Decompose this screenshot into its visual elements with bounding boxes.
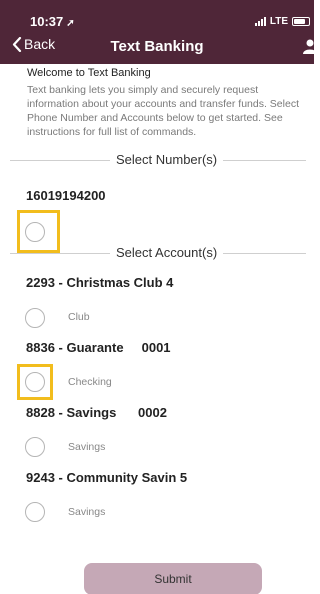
user-icon[interactable] xyxy=(302,38,318,54)
account-title-2: 8836 - Guarante 0001 xyxy=(26,340,171,355)
status-indicators: LTE xyxy=(254,16,310,27)
account-title-1: 2293 - Christmas Club 4 xyxy=(26,275,174,290)
number-section-label: Select Number(s) xyxy=(110,152,224,167)
battery-icon xyxy=(292,17,310,26)
account-radio-3[interactable] xyxy=(25,437,45,457)
signal-icon xyxy=(254,17,266,26)
account-title-4: 9243 - Community Savin 5 xyxy=(26,470,188,485)
status-time: 10:37 ➚ xyxy=(30,14,75,29)
account-type-2: Checking xyxy=(68,376,112,388)
account-radio-1[interactable] xyxy=(25,308,45,328)
phone-number-radio[interactable] xyxy=(25,222,45,242)
top-bar: 10:37 ➚ LTE Back Text Banking xyxy=(0,0,317,64)
account-type-4: Savings xyxy=(68,506,106,518)
phone-number: 16019194200 xyxy=(26,188,106,203)
account-title-3: 8828 - Savings 0002 xyxy=(26,405,167,420)
status-time-text: 10:37 xyxy=(30,14,64,29)
account-radio-4[interactable] xyxy=(25,502,45,522)
location-arrow-icon: ➚ xyxy=(66,18,75,29)
account-section-label: Select Account(s) xyxy=(110,245,224,260)
welcome-heading: Welcome to Text Banking xyxy=(27,67,151,79)
network-label: LTE xyxy=(269,16,288,27)
account-radio-2[interactable] xyxy=(25,372,45,392)
intro-description: Text banking lets you simply and securel… xyxy=(27,84,299,138)
page-title: Text Banking xyxy=(110,38,204,55)
account-type-1: Club xyxy=(68,311,90,323)
submit-button[interactable]: Submit xyxy=(84,563,262,594)
account-type-3: Savings xyxy=(68,441,106,453)
